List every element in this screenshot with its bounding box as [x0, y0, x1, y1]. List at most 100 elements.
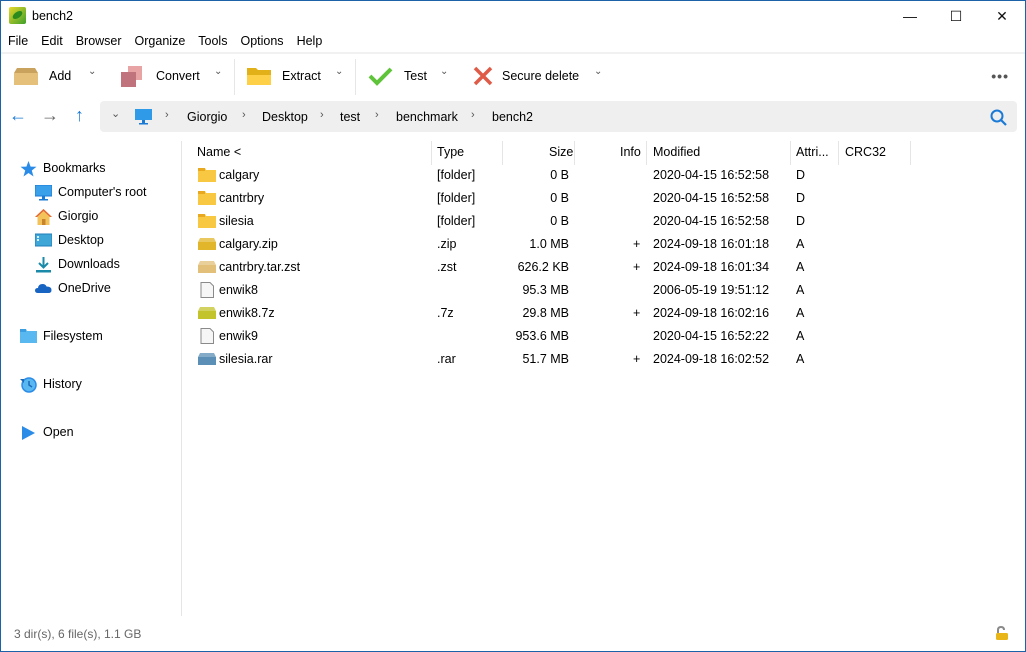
add-archive-icon: [13, 66, 39, 86]
search-icon[interactable]: [990, 109, 1007, 126]
archive-icon: [198, 237, 216, 251]
file-modified: 2006-05-19 19:51:12: [653, 283, 770, 297]
test-button[interactable]: Test: [368, 62, 427, 90]
delete-x-icon: [473, 66, 493, 86]
menu-organize[interactable]: Organize: [128, 32, 192, 51]
column-divider[interactable]: [838, 141, 839, 165]
column-header-info[interactable]: Info: [620, 141, 641, 163]
breadcrumb-benchmark[interactable]: benchmark: [396, 110, 458, 124]
back-arrow-icon[interactable]: ←: [9, 105, 27, 126]
column-header-type[interactable]: Type: [437, 141, 464, 163]
archive-icon: [198, 352, 216, 366]
file-icon: [198, 282, 216, 298]
file-name: enwik8.7z: [219, 306, 275, 320]
menu-edit[interactable]: Edit: [34, 32, 69, 51]
column-header-modified[interactable]: Modified: [653, 141, 700, 163]
sidebar-item-desktop[interactable]: Desktop: [34, 230, 104, 250]
column-divider[interactable]: [646, 141, 647, 165]
file-info: +: [633, 352, 641, 366]
breadcrumb-separator-icon: ›: [375, 109, 379, 121]
column-divider[interactable]: [910, 141, 911, 165]
column-divider[interactable]: [502, 141, 503, 165]
column-divider[interactable]: [574, 141, 575, 165]
add-button[interactable]: Add: [13, 62, 71, 90]
sidebar-item-computers-root[interactable]: Computer's root: [34, 182, 147, 202]
breadcrumb-test[interactable]: test: [340, 110, 360, 124]
test-dropdown-chevron-icon[interactable]: ⌄: [440, 66, 448, 77]
file-row[interactable]: enwik8 95.3 MB 2006-05-19 19:51:12 A: [183, 279, 1026, 302]
sidebar-filesystem[interactable]: Filesystem: [20, 326, 103, 346]
menu-tools[interactable]: Tools: [191, 32, 233, 51]
column-header-attributes[interactable]: Attri...: [796, 141, 829, 163]
file-row[interactable]: enwik9 953.6 MB 2020-04-15 16:52:22 A: [183, 325, 1026, 348]
file-attributes: D: [796, 168, 806, 182]
extract-button[interactable]: Extract: [246, 62, 321, 90]
file-name: cantrbry.tar.zst: [219, 260, 301, 274]
sidebar-history-label: History: [43, 377, 82, 391]
breadcrumb-bench2[interactable]: bench2: [492, 110, 533, 124]
column-divider[interactable]: [431, 141, 432, 165]
convert-dropdown-chevron-icon[interactable]: ⌄: [214, 66, 222, 77]
more-options-icon[interactable]: •••: [991, 68, 1009, 84]
secure-delete-dropdown-chevron-icon[interactable]: ⌄: [594, 66, 602, 77]
sidebar-open[interactable]: Open: [20, 422, 74, 442]
maximize-button[interactable]: ☐: [933, 1, 979, 31]
file-row[interactable]: cantrbry [folder] 0 B 2020-04-15 16:52:5…: [183, 187, 1026, 210]
file-attributes: D: [796, 191, 806, 205]
breadcrumb-giorgio[interactable]: Giorgio: [187, 110, 227, 124]
secure-delete-button[interactable]: Secure delete: [473, 62, 579, 90]
window-title: bench2: [32, 9, 74, 23]
file-row[interactable]: cantrbry.tar.zst .zst 626.2 KB + 2024-09…: [183, 256, 1026, 279]
sidebar-bookmarks[interactable]: Bookmarks: [20, 158, 106, 178]
column-header-name[interactable]: Name <: [197, 141, 241, 163]
address-bar[interactable]: ⌄ › Giorgio › Desktop › test › benchmark…: [100, 101, 1017, 132]
menu-file[interactable]: File: [1, 32, 34, 51]
minimize-button[interactable]: —: [887, 1, 933, 31]
file-info: +: [633, 260, 641, 274]
column-divider[interactable]: [790, 141, 791, 165]
computer-icon[interactable]: [135, 109, 152, 125]
breadcrumb-separator-icon: ›: [320, 109, 324, 121]
file-size: 95.3 MB: [522, 283, 569, 297]
unlocked-padlock-icon[interactable]: [995, 625, 1009, 640]
navigation-bar: ← → ↑ ⌄ › Giorgio › Desktop › test › ben…: [1, 99, 1025, 133]
folder-icon: [20, 328, 37, 344]
breadcrumb-desktop[interactable]: Desktop: [262, 110, 308, 124]
file-row[interactable]: silesia.rar .rar 51.7 MB + 2024-09-18 16…: [183, 348, 1026, 371]
file-row[interactable]: calgary.zip .zip 1.0 MB + 2024-09-18 16:…: [183, 233, 1026, 256]
folder-icon: [198, 191, 216, 205]
sidebar-history[interactable]: History: [20, 374, 82, 394]
sidebar-item-label: Giorgio: [58, 209, 99, 223]
history-chevron-icon[interactable]: ⌄: [111, 107, 120, 120]
menu-options[interactable]: Options: [233, 32, 289, 51]
file-row[interactable]: calgary [folder] 0 B 2020-04-15 16:52:58…: [183, 164, 1026, 187]
breadcrumb-separator-icon: ›: [242, 109, 246, 121]
extract-folder-icon: [246, 66, 272, 86]
extract-dropdown-chevron-icon[interactable]: ⌄: [335, 66, 343, 77]
sidebar: Bookmarks Computer's root Giorgio Deskto…: [1, 141, 182, 616]
menu-browser[interactable]: Browser: [69, 32, 128, 51]
sidebar-item-giorgio[interactable]: Giorgio: [35, 206, 98, 226]
sidebar-item-downloads[interactable]: Downloads: [35, 254, 120, 274]
file-row[interactable]: silesia [folder] 0 B 2020-04-15 16:52:58…: [183, 210, 1026, 233]
file-type: .rar: [437, 352, 456, 366]
file-size: 626.2 KB: [517, 260, 569, 274]
convert-button[interactable]: Convert: [120, 62, 200, 90]
add-dropdown-chevron-icon[interactable]: ⌄: [88, 66, 96, 77]
file-row[interactable]: enwik8.7z .7z 29.8 MB + 2024-09-18 16:02…: [183, 302, 1026, 325]
close-button[interactable]: ✕: [979, 1, 1025, 31]
column-header-size[interactable]: Size: [549, 141, 573, 163]
column-header-crc32[interactable]: CRC32: [845, 141, 886, 163]
up-arrow-icon[interactable]: ↑: [75, 105, 84, 126]
file-name: cantrbry: [219, 191, 265, 205]
file-info: +: [633, 237, 641, 251]
file-type: .zip: [437, 237, 457, 251]
sidebar-item-onedrive[interactable]: OneDrive: [35, 278, 111, 298]
secure-delete-label: Secure delete: [502, 69, 580, 83]
toolbar: Add ⌄ Convert ⌄ Extract ⌄ Test ⌄ Secure …: [1, 52, 1025, 97]
cloud-icon: [35, 281, 52, 296]
forward-arrow-icon[interactable]: →: [41, 105, 59, 126]
file-attributes: A: [796, 329, 805, 343]
extract-label: Extract: [282, 69, 321, 83]
menu-help[interactable]: Help: [290, 32, 329, 51]
